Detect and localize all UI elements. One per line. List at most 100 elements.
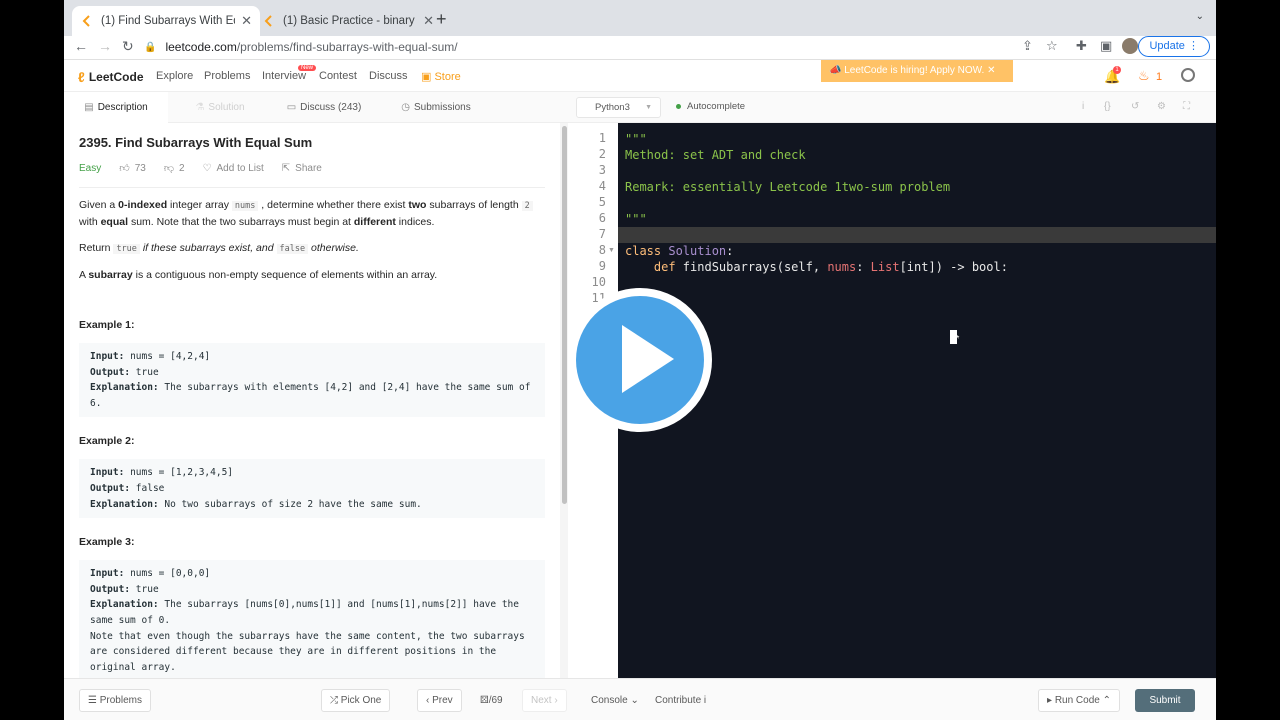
problem-description: 2395. Find Subarrays With Equal Sum Easy… [64,123,560,678]
back-icon[interactable]: ← [74,36,88,56]
tab-description[interactable]: ▤ Description [64,92,168,123]
difficulty-badge: Easy [79,162,102,174]
close-tab-icon[interactable]: ✕ [423,13,434,29]
close-banner-icon[interactable]: ✕ [987,65,995,76]
settings-icon[interactable]: ⚙ [1157,101,1166,112]
share-button[interactable]: ⇱ Share [282,163,322,174]
problem-index[interactable]: ⚄/69 [480,695,503,706]
thumbs-up-icon: 👍︎ [119,163,130,174]
close-tab-icon[interactable]: ✕ [241,13,252,29]
play-icon [622,325,674,393]
share-icon: ⇱ [281,162,291,174]
browser-tab-title: (1) Basic Practice - binary tree [283,15,417,27]
browser-tab[interactable]: (1) Basic Practice - binary tree ✕ [254,6,442,36]
line-number: 3 [598,163,606,177]
chevron-left-icon: ‹ [426,695,430,706]
nav-explore[interactable]: Explore [156,70,193,82]
tab-strip: (1) Find Subarrays With Equal Sum ✕ (1) … [64,0,1216,36]
notification-count: 1 [1113,66,1121,74]
example-heading: Example 1: [79,319,135,331]
hiring-banner[interactable]: 📣 LeetCode is hiring! Apply NOW. ✕ [821,60,1013,82]
video-play-button[interactable] [568,288,712,432]
autocomplete-toggle[interactable]: Autocomplete [676,101,745,112]
pick-one-button[interactable]: ⤮ Pick One [321,689,391,712]
code-line: Remark: essentially Leetcode 1two-sum pr… [625,180,951,194]
fullscreen-icon[interactable]: ⛶ [1183,101,1190,112]
tab-search-icon[interactable]: ⌄ [1196,11,1204,22]
forward-icon[interactable]: → [98,36,112,56]
nav-interview[interactable]: Interview [262,70,306,82]
new-tab-button[interactable]: + [436,9,447,30]
thumbs-down-icon: 👎︎ [163,163,174,174]
reset-icon[interactable]: ↺ [1131,101,1139,112]
tab-solution[interactable]: ⚗ Solution [168,92,272,123]
dice-icon: ⚄ [480,695,489,706]
submit-button[interactable]: Submit [1135,689,1195,712]
comment-icon: ▭ [286,102,297,113]
code-line: """ [625,212,647,226]
chevron-down-icon: ⌄ [630,695,639,706]
line-number: 5 [598,195,606,209]
megaphone-icon: 📣 [829,65,842,76]
run-code-button[interactable]: ▸ Run Code ⌃ [1038,689,1121,712]
example-heading: Example 3: [79,536,135,549]
line-number: 6 [598,211,606,225]
profile-avatar[interactable] [1122,38,1138,54]
user-avatar-icon[interactable] [1181,68,1195,82]
url-field[interactable]: 🔒 leetcode.com/problems/find-subarrays-w… [144,36,1004,58]
chevron-right-icon: › [554,695,558,706]
description-scrollbar[interactable] [560,123,568,678]
nav-store[interactable]: ▣ Store [421,70,461,83]
dislike-button[interactable]: 👎︎ 2 [163,162,185,175]
fold-arrow-icon[interactable]: ▼ [608,247,615,254]
description-paragraph: Given a 0-indexed integer array nums , d… [79,197,545,230]
update-button[interactable]: Update ⋮ [1138,36,1210,57]
line-number: 1 [598,131,606,145]
share-icon[interactable]: ⇪ [1022,38,1033,54]
info-icon[interactable]: i [1082,101,1084,112]
leetcode-favicon-icon [82,15,90,27]
language-select[interactable]: Python3 ▼ [576,97,661,118]
play-small-icon: ▸ [1047,695,1053,706]
fire-icon[interactable]: ♨ [1138,68,1150,84]
like-button[interactable]: 👍︎ 73 [119,162,146,175]
bookmark-star-icon[interactable]: ☆ [1046,38,1058,54]
problems-list-button[interactable]: ☰ Problems [79,689,151,712]
browser-tab-active[interactable]: (1) Find Subarrays With Equal Sum ✕ [72,6,260,36]
add-to-list-button[interactable]: ♡ Add to List [203,163,264,174]
store-icon: ▣ [421,71,432,83]
code-line: class Solution: [625,244,734,258]
tab-submissions[interactable]: ◷ Submissions [384,92,488,123]
sidepanel-icon[interactable]: ▣ [1100,38,1112,54]
next-button[interactable]: Next › [522,689,567,712]
tab-discuss[interactable]: ▭ Discuss (243) [272,92,376,123]
prev-button[interactable]: ‹ Prev [417,689,462,712]
nav-problems[interactable]: Problems [204,70,250,82]
chevron-up-icon: ⌃ [1102,695,1112,706]
nav-contest[interactable]: Contest [319,70,357,82]
document-icon: ▤ [84,102,94,113]
divider [79,187,545,188]
info-icon: i [703,695,707,706]
leetcode-logo-icon: ℓ [78,69,85,85]
code-editor[interactable]: """ Method: set ADT and check Remark: es… [618,123,1216,678]
console-toggle[interactable]: Console ⌄ [591,695,639,706]
example-block: Input: nums = [1,2,3,4,5] Output: false … [79,459,545,519]
nav-discuss[interactable]: Discuss [369,70,408,82]
description-paragraph: A subarray is a contiguous non-empty seq… [79,269,438,281]
line-number: 10 [591,275,606,289]
chevron-down-icon: ▼ [645,104,652,111]
contribute-link[interactable]: Contribute i [655,695,706,706]
lock-icon: 🔒 [144,41,157,53]
new-badge: New [298,65,317,71]
description-paragraph: Return true if these subarrays exist, an… [79,242,359,254]
reload-icon[interactable]: ↻ [122,36,134,56]
scrollbar-thumb[interactable] [562,126,567,504]
address-bar: ← → ↻ 🔒 leetcode.com/problems/find-subar… [64,36,1216,60]
line-number: 4 [598,179,606,193]
braces-icon[interactable]: {} [1104,101,1111,112]
leetcode-logo[interactable]: ℓ LeetCode [78,69,144,85]
line-number: 9 [598,259,606,273]
extensions-icon[interactable]: ✚ [1076,38,1087,54]
problem-panel: ▤ Description ⚗ Solution ▭ Discuss (243) ◷ S… [64,92,568,720]
